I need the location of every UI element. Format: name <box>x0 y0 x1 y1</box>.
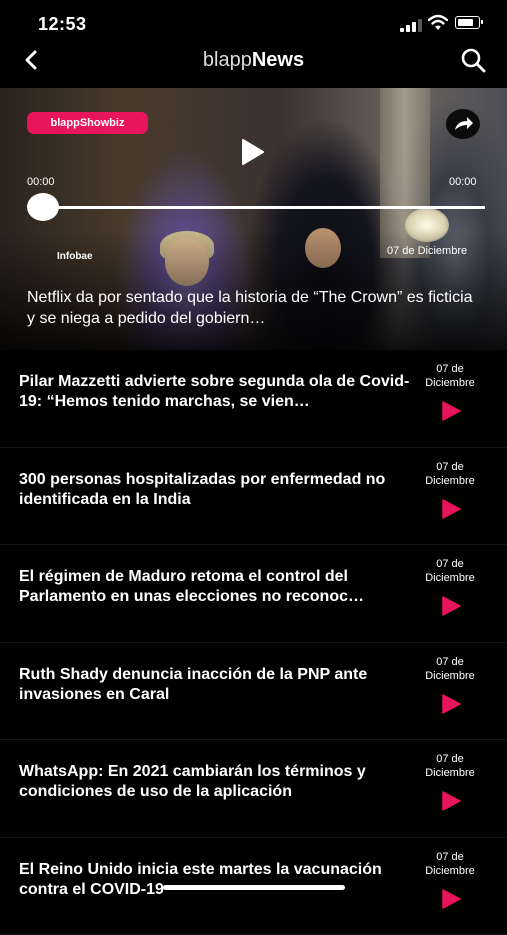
category-badge[interactable]: blappShowbiz <box>27 112 148 134</box>
list-item[interactable]: Pilar Mazzetti advierte sobre segunda ol… <box>0 350 507 448</box>
signal-icon <box>400 18 424 32</box>
news-date: 07 deDiciembre <box>418 557 482 585</box>
news-title[interactable]: Pilar Mazzetti advierte sobre segunda ol… <box>19 372 414 412</box>
news-title[interactable]: 300 personas hospitalizadas por enfermed… <box>19 470 414 510</box>
status-time: 12:53 <box>38 14 87 35</box>
news-source: Infobae <box>57 251 93 262</box>
play-icon[interactable] <box>441 499 461 519</box>
play-icon[interactable] <box>441 889 461 909</box>
news-date: 07 deDiciembre <box>418 752 482 780</box>
app-title: blappNews <box>0 49 507 72</box>
audio-total-time: 00:00 <box>449 176 477 188</box>
battery-icon <box>455 16 480 29</box>
list-item[interactable]: 300 personas hospitalizadas por enfermed… <box>0 448 507 546</box>
wifi-icon <box>428 14 448 32</box>
search-icon[interactable] <box>459 46 487 74</box>
status-bar: 12:53 <box>0 0 507 44</box>
news-title[interactable]: WhatsApp: En 2021 cambiarán los términos… <box>19 762 414 802</box>
news-date: 07 deDiciembre <box>418 362 482 390</box>
audio-progress-knob[interactable] <box>27 193 59 221</box>
share-icon[interactable] <box>446 109 480 139</box>
play-icon[interactable] <box>236 137 266 167</box>
brand-bold: News <box>252 49 304 71</box>
news-date: 07 deDiciembre <box>418 850 482 878</box>
featured-date: 07 de Diciembre <box>387 245 467 257</box>
brand-light: blapp <box>203 49 252 71</box>
audio-current-time: 00:00 <box>27 176 55 188</box>
home-indicator[interactable] <box>163 885 345 890</box>
play-icon[interactable] <box>441 596 461 616</box>
news-list: Pilar Mazzetti advierte sobre segunda ol… <box>0 350 507 935</box>
news-date: 07 deDiciembre <box>418 460 482 488</box>
news-date: 07 deDiciembre <box>418 655 482 683</box>
list-item[interactable]: Ruth Shady denuncia inacción de la PNP a… <box>0 643 507 741</box>
play-icon[interactable] <box>441 791 461 811</box>
audio-progress-track[interactable] <box>40 206 485 209</box>
list-item[interactable]: WhatsApp: En 2021 cambiarán los términos… <box>0 740 507 838</box>
news-title[interactable]: El Reino Unido inicia este martes la vac… <box>19 860 414 900</box>
news-title[interactable]: El régimen de Maduro retoma el control d… <box>19 567 414 607</box>
list-item[interactable]: El régimen de Maduro retoma el control d… <box>0 545 507 643</box>
play-icon[interactable] <box>441 401 461 421</box>
news-title[interactable]: Ruth Shady denuncia inacción de la PNP a… <box>19 665 414 705</box>
featured-title[interactable]: Netflix da por sentado que la historia d… <box>27 287 482 329</box>
top-nav: blappNews <box>0 40 507 80</box>
play-icon[interactable] <box>441 694 461 714</box>
